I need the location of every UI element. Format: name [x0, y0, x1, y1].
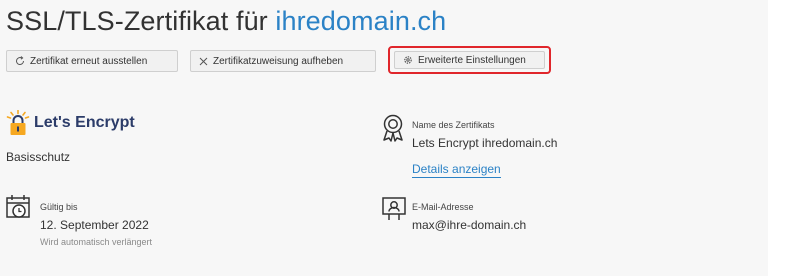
certificate-name-label: Name des Zertifikats — [412, 120, 495, 130]
calendar-clock-icon — [6, 195, 30, 218]
certificate-badge-icon — [383, 114, 403, 142]
reissue-certificate-button[interactable]: Zertifikat erneut ausstellen — [6, 50, 178, 72]
advanced-settings-highlight: Erweiterte Einstellungen — [388, 46, 551, 74]
page-title: SSL/TLS-Zertifikat für ihredomain.ch — [6, 6, 446, 37]
advanced-settings-label: Erweiterte Einstellungen — [418, 54, 526, 66]
reissue-certificate-label: Zertifikat erneut ausstellen — [30, 55, 148, 67]
unassign-certificate-label: Zertifikatzuweisung aufheben — [213, 55, 344, 67]
email-value: max@ihre-domain.ch — [412, 218, 527, 232]
lets-encrypt-name: Let's Encrypt — [34, 114, 135, 131]
certificate-name-value: Lets Encrypt ihredomain.ch — [412, 136, 558, 150]
advanced-settings-button[interactable]: Erweiterte Einstellungen — [394, 51, 545, 69]
email-contact-icon — [382, 197, 406, 220]
refresh-icon — [16, 56, 25, 65]
details-link[interactable]: Details anzeigen — [412, 162, 501, 178]
lets-encrypt-logo: Let's Encrypt — [6, 110, 135, 136]
valid-until-label: Gültig bis — [40, 202, 78, 212]
unassign-certificate-button[interactable]: Zertifikatzuweisung aufheben — [190, 50, 376, 72]
gear-icon — [404, 56, 412, 64]
protection-level: Basisschutz — [6, 150, 71, 164]
title-prefix: SSL/TLS-Zertifikat für — [6, 6, 276, 36]
valid-until-value: 12. September 2022 — [40, 218, 149, 232]
certificate-panel: SSL/TLS-Zertifikat für ihredomain.ch Zer… — [0, 0, 768, 276]
email-label: E-Mail-Adresse — [412, 202, 474, 212]
title-domain: ihredomain.ch — [275, 6, 447, 36]
padlock-logo-icon — [6, 110, 30, 135]
close-icon — [199, 57, 208, 65]
auto-renew-note: Wird automatisch verlängert — [40, 237, 153, 247]
